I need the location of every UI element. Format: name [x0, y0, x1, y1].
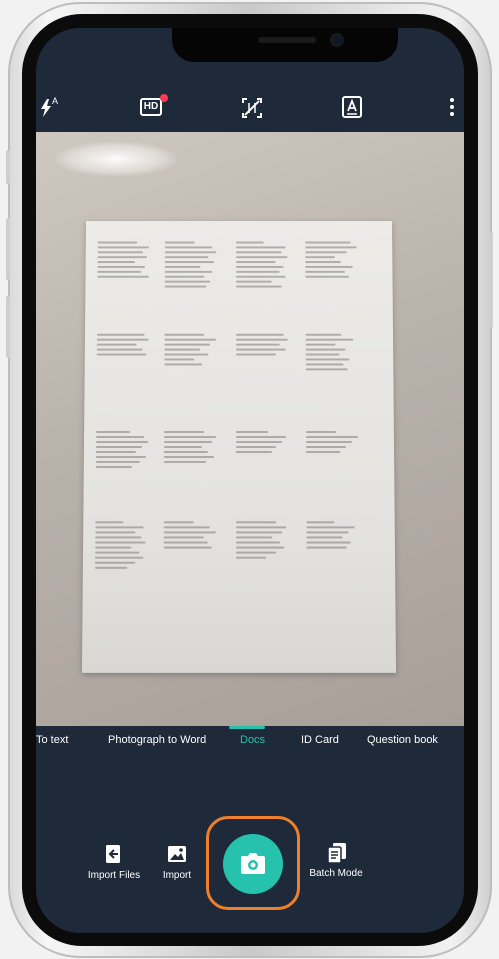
flash-mode-label: A: [52, 96, 59, 106]
scan-mode-tabs: To text Photograph to Word Docs ID Card …: [36, 726, 464, 756]
captured-document-preview: [81, 221, 397, 673]
more-icon[interactable]: [450, 98, 454, 119]
side-button: [6, 150, 10, 184]
shutter-button[interactable]: [223, 834, 283, 894]
image-icon: [167, 844, 187, 864]
flash-auto-icon[interactable]: [40, 99, 52, 120]
app-screen: A HD To text Photograph to Word Docs ID …: [36, 28, 464, 933]
hd-icon[interactable]: HD: [140, 98, 162, 116]
import-label: Import: [162, 870, 192, 881]
batch-mode-icon: [326, 842, 346, 864]
mode-tab-id-card[interactable]: ID Card: [301, 734, 339, 746]
mode-tab-to-text[interactable]: To text: [36, 734, 68, 746]
import-files-label: Import Files: [87, 870, 141, 881]
batch-mode-button[interactable]: Batch Mode: [306, 842, 366, 879]
side-button: [6, 218, 10, 280]
grid-off-icon[interactable]: [241, 97, 263, 122]
notch: [172, 28, 398, 62]
batch-mode-label: Batch Mode: [309, 868, 363, 879]
mode-tab-photograph-to-word[interactable]: Photograph to Word: [108, 734, 206, 746]
speaker: [258, 37, 316, 43]
text-mode-icon[interactable]: [342, 96, 362, 121]
import-button[interactable]: Import: [156, 844, 198, 881]
camera-icon: [241, 853, 265, 874]
side-button: [489, 232, 493, 328]
side-button: [6, 296, 10, 358]
mode-tab-docs[interactable]: Docs: [240, 734, 265, 746]
hd-notification-dot: [160, 94, 168, 102]
import-files-icon: [104, 844, 124, 864]
mode-tab-question-book[interactable]: Question book: [367, 734, 438, 746]
light-glare: [56, 142, 176, 176]
front-camera: [332, 35, 342, 45]
camera-viewfinder[interactable]: [36, 132, 464, 726]
import-files-button[interactable]: Import Files: [84, 844, 144, 881]
active-mode-indicator: [229, 726, 265, 729]
capture-controls: Import Files Import Batch Mode: [36, 756, 464, 933]
